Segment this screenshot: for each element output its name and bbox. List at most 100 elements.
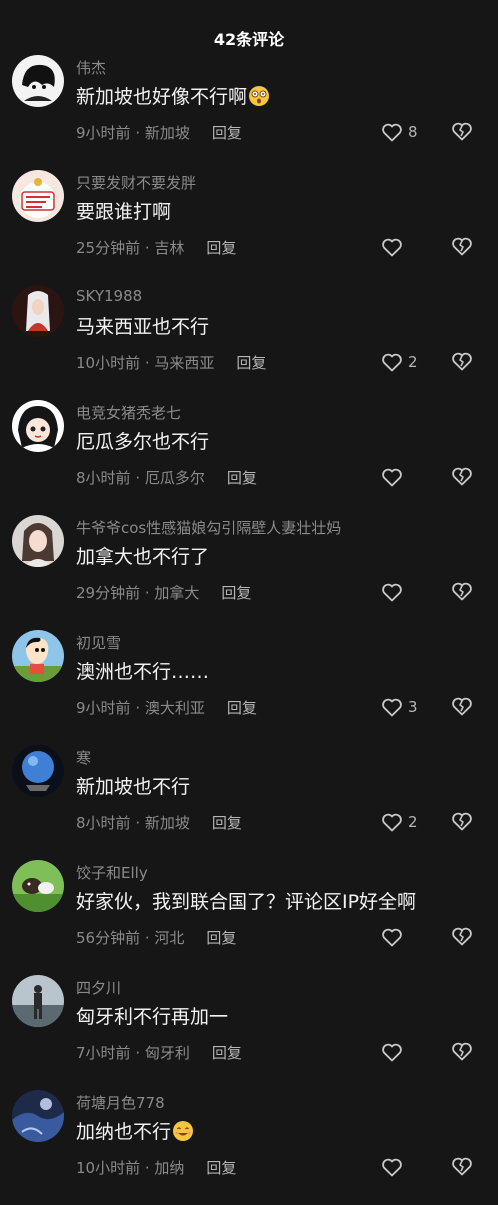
like-button[interactable]: [380, 1039, 408, 1065]
comment-meta: 10小时前 · 加纳 回复: [76, 1159, 237, 1177]
comment-time: 56分钟前: [76, 929, 141, 947]
like-button[interactable]: 2: [380, 349, 418, 375]
comment-meta: 29分钟前 · 加拿大 回复: [76, 584, 252, 602]
reply-button[interactable]: 回复: [227, 469, 257, 487]
comment-author[interactable]: SKY1988: [76, 287, 142, 305]
dislike-button[interactable]: [450, 1039, 476, 1065]
heart-icon: [382, 698, 402, 717]
comment-text: 厄瓜多尔也不行: [76, 431, 210, 453]
reply-button[interactable]: 回复: [212, 1044, 242, 1062]
comment-author[interactable]: 电竞女猪秃老七: [76, 402, 181, 423]
comment-text: 加纳也不行: [76, 1117, 194, 1144]
like-button[interactable]: [380, 234, 408, 260]
comment-text: 匈牙利不行再加一: [76, 1006, 229, 1028]
comment-author[interactable]: 荷塘月色778: [76, 1092, 165, 1113]
comment-location: 厄瓜多尔: [144, 469, 205, 487]
like-button[interactable]: [380, 464, 408, 490]
comment-item: 牛爷爷cos性感猫娘勾引隔壁人妻壮壮妈 加拿大也不行了 29分钟前 · 加拿大回…: [0, 515, 498, 630]
heart-icon: [382, 238, 402, 257]
avatar[interactable]: [12, 400, 64, 452]
dislike-button[interactable]: [450, 809, 476, 835]
avatar[interactable]: [12, 860, 64, 912]
broken-heart-icon: [452, 812, 472, 831]
reply-button[interactable]: 回复: [206, 239, 236, 257]
broken-heart-icon: [452, 122, 472, 141]
reply-button[interactable]: 回复: [221, 584, 251, 602]
broken-heart-icon: [452, 697, 472, 716]
comment-meta: 9小时前 · 澳大利亚 回复: [76, 699, 257, 717]
avatar[interactable]: [12, 170, 64, 222]
comment-meta: 8小时前 · 厄瓜多尔 回复: [76, 469, 257, 487]
comment-time: 8小时前: [76, 469, 131, 487]
comment-location: 加拿大: [154, 584, 200, 602]
comment-meta: 8小时前 · 新加坡 回复: [76, 814, 242, 832]
comment-location: 吉林: [154, 239, 185, 257]
like-button[interactable]: 8: [380, 119, 418, 145]
comment-author[interactable]: 寒: [76, 747, 91, 768]
like-button[interactable]: [380, 1154, 408, 1180]
reply-button[interactable]: 回复: [206, 929, 236, 947]
comment-count-title: 42条评论: [213, 30, 285, 49]
comment-item: 电竞女猪秃老七 厄瓜多尔也不行 8小时前 · 厄瓜多尔 回复: [0, 400, 498, 515]
comment-item: 只要发财不要发胖 要跟谁打啊 25分钟前 · 吉林 回复: [0, 170, 498, 285]
comment-text: 澳洲也不行……: [76, 661, 210, 683]
avatar[interactable]: [12, 515, 64, 567]
comment-author[interactable]: 四夕川: [76, 977, 121, 998]
dislike-button[interactable]: [450, 1154, 476, 1180]
reply-button[interactable]: 回复: [212, 814, 242, 832]
broken-heart-icon: [452, 1157, 472, 1176]
reply-button[interactable]: 回复: [206, 1159, 236, 1177]
comment-item: 饺子和Elly 好家伙，我到联合国了？评论区IP好全啊 56分钟前 · 河北 回复: [0, 860, 498, 975]
comment-author[interactable]: 伟杰: [76, 57, 106, 78]
dislike-button[interactable]: [450, 119, 476, 145]
comment-item: 四夕川 匈牙利不行再加一 7小时前 · 匈牙利 回复: [0, 975, 498, 1090]
comment-author[interactable]: 牛爷爷cos性感猫娘勾引隔壁人妻壮壮妈: [76, 517, 341, 538]
comment-item: 初见雪 澳洲也不行…… 9小时前 · 澳大利亚 回复 3: [0, 630, 498, 745]
avatar[interactable]: [12, 630, 64, 682]
broken-heart-icon: [452, 582, 472, 601]
like-button[interactable]: [380, 579, 408, 605]
comment-text: 新加坡也不行: [76, 776, 191, 798]
dislike-button[interactable]: [450, 694, 476, 720]
comment-location: 匈牙利: [144, 1044, 190, 1062]
heart-icon: [382, 583, 402, 602]
comment-location: 马来西亚: [154, 354, 215, 372]
comment-author[interactable]: 饺子和Elly: [76, 862, 148, 883]
avatar[interactable]: [12, 745, 64, 797]
comment-time: 10小时前: [76, 354, 141, 372]
comment-location: 澳大利亚: [144, 699, 205, 717]
broken-heart-icon: [452, 467, 472, 486]
broken-heart-icon: [452, 1042, 472, 1061]
smile-emoji-icon: [173, 1121, 194, 1141]
comment-time: 29分钟前: [76, 584, 141, 602]
avatar[interactable]: [12, 975, 64, 1027]
comment-location: 新加坡: [144, 814, 190, 832]
dislike-button[interactable]: [450, 579, 476, 605]
like-button[interactable]: [380, 924, 408, 950]
avatar[interactable]: [12, 1090, 64, 1142]
comment-author[interactable]: 只要发财不要发胖: [76, 172, 196, 193]
heart-icon: [382, 928, 402, 947]
reply-button[interactable]: 回复: [227, 699, 257, 717]
comment-text: 加拿大也不行了: [76, 546, 210, 568]
heart-icon: [382, 1043, 402, 1062]
comment-meta: 25分钟前 · 吉林 回复: [76, 239, 237, 257]
reply-button[interactable]: 回复: [236, 354, 266, 372]
reply-button[interactable]: 回复: [212, 124, 242, 142]
dislike-button[interactable]: [450, 924, 476, 950]
comment-author[interactable]: 初见雪: [76, 632, 121, 653]
dislike-button[interactable]: [450, 464, 476, 490]
heart-icon: [382, 353, 402, 372]
comment-time: 8小时前: [76, 814, 131, 832]
comment-time: 7小时前: [76, 1044, 131, 1062]
comment-meta: 7小时前 · 匈牙利 回复: [76, 1044, 242, 1062]
avatar[interactable]: [12, 285, 64, 337]
comment-location: 河北: [154, 929, 185, 947]
heart-icon: [382, 468, 402, 487]
avatar[interactable]: [12, 55, 64, 107]
dislike-button[interactable]: [450, 349, 476, 375]
like-button[interactable]: 3: [380, 694, 418, 720]
dislike-button[interactable]: [450, 234, 476, 260]
like-button[interactable]: 2: [380, 809, 418, 835]
like-count: 3: [408, 698, 418, 716]
